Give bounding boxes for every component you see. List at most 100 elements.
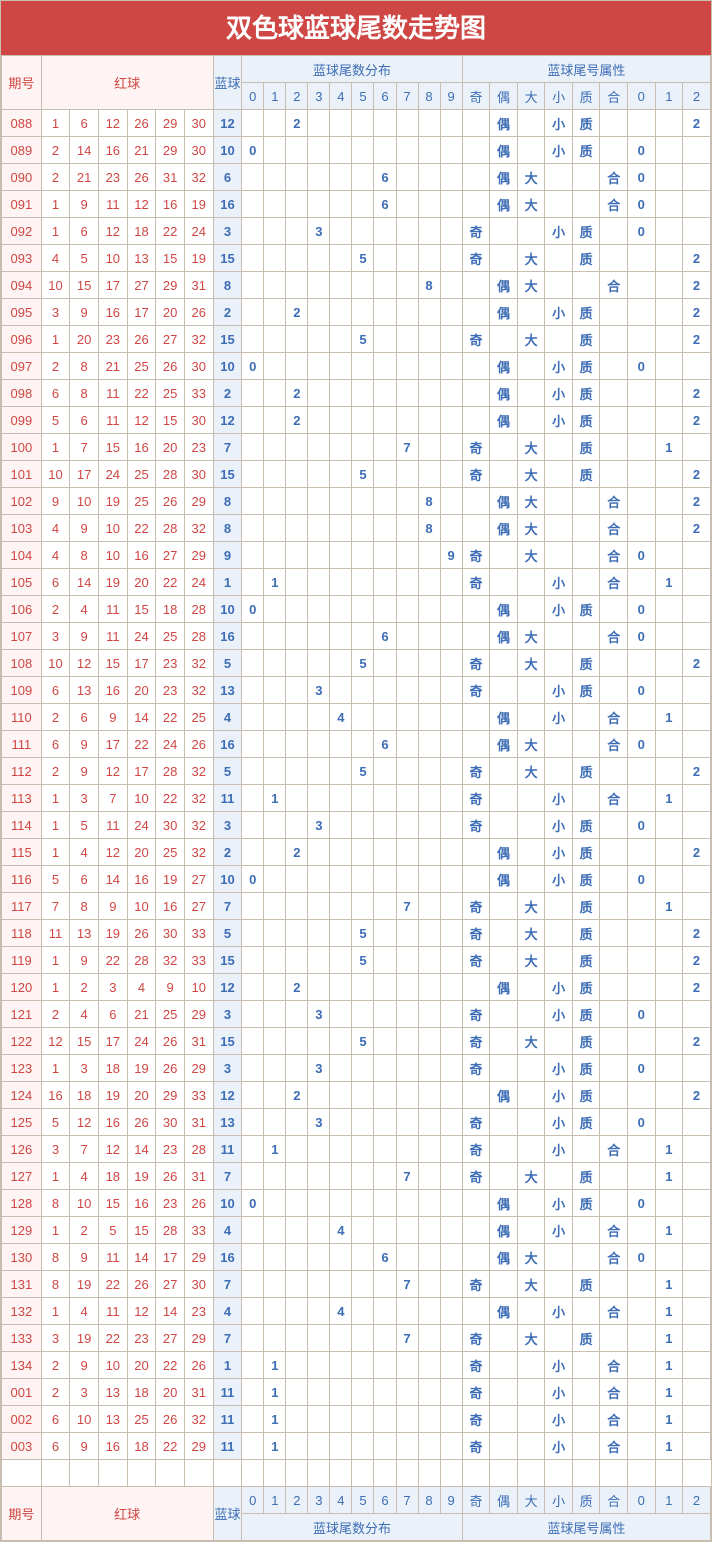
cell-red: 21 [70, 164, 99, 191]
cell-attr-empty [600, 1028, 628, 1055]
cell-red: 30 [184, 407, 213, 434]
cell-red: 10 [98, 1352, 127, 1379]
cell-red: 6 [98, 1001, 127, 1028]
cell-red: 12 [98, 839, 127, 866]
cell-dist-empty [330, 731, 352, 758]
cell-red: 19 [98, 920, 127, 947]
cell-attr-empty [655, 299, 683, 326]
cell-red: 10 [127, 785, 156, 812]
table-row: 112291217283255奇大质2 [2, 758, 711, 785]
cell-attr-empty [490, 326, 518, 353]
cell-dist-empty [374, 866, 396, 893]
cell-blue: 15 [213, 1028, 242, 1055]
cell-red: 25 [127, 1406, 156, 1433]
cell-attr: 0 [628, 1244, 656, 1271]
cell-red: 20 [127, 1352, 156, 1379]
table-row: 123131819262933奇小质0 [2, 1055, 711, 1082]
table-row: 0012313182031111奇小合1 [2, 1379, 711, 1406]
cell-red: 11 [98, 380, 127, 407]
cell-red: 31 [184, 1109, 213, 1136]
cell-attr: 小 [545, 677, 573, 704]
cell-red: 4 [70, 1298, 99, 1325]
cell-red: 33 [184, 1082, 213, 1109]
footer-dist-col: 5 [352, 1487, 374, 1514]
cell-dist-empty [440, 110, 462, 137]
cell-dist-empty [396, 515, 418, 542]
cell-dist-empty [286, 785, 308, 812]
cell-red: 10 [41, 650, 70, 677]
cell-red: 9 [41, 488, 70, 515]
cell-dist-empty [242, 1379, 264, 1406]
cell-attr-empty [655, 731, 683, 758]
cell-dist-empty [264, 1109, 286, 1136]
cell-attr-empty [572, 272, 600, 299]
cell-attr-empty [517, 1433, 545, 1460]
cell-attr: 大 [517, 893, 545, 920]
cell-attr-empty [655, 1055, 683, 1082]
cell-attr: 2 [683, 839, 711, 866]
cell-attr-empty [600, 812, 628, 839]
cell-red: 12 [127, 407, 156, 434]
cell-attr: 合 [600, 623, 628, 650]
header-attr-col: 偶 [490, 83, 518, 110]
cell-dist-empty [374, 1136, 396, 1163]
cell-attr: 奇 [462, 1406, 490, 1433]
cell-attr-empty [545, 434, 573, 461]
cell-red: 32 [184, 677, 213, 704]
cell-dist-empty [418, 1109, 440, 1136]
cell-attr-empty [490, 1028, 518, 1055]
cell-attr-empty [517, 110, 545, 137]
cell-attr-empty [517, 569, 545, 596]
cell-dist-empty [352, 1190, 374, 1217]
cell-dist: 7 [396, 1325, 418, 1352]
cell-dist-empty [440, 677, 462, 704]
cell-dist-empty [264, 623, 286, 650]
cell-dist-empty [396, 731, 418, 758]
cell-red: 2 [41, 758, 70, 785]
cell-attr-empty [490, 1109, 518, 1136]
page-title: 双色球蓝球尾数走势图 [1, 1, 711, 55]
cell-red: 5 [41, 407, 70, 434]
cell-attr: 大 [517, 1163, 545, 1190]
header-dist-col: 8 [418, 83, 440, 110]
cell-attr-empty [462, 704, 490, 731]
cell-dist-empty [352, 353, 374, 380]
cell-attr: 大 [517, 1244, 545, 1271]
cell-dist-empty [418, 110, 440, 137]
cell-attr-empty [600, 1163, 628, 1190]
cell-dist-empty [242, 272, 264, 299]
cell-period: 098 [2, 380, 42, 407]
cell-attr-empty [683, 1433, 711, 1460]
cell-red: 13 [70, 677, 99, 704]
cell-blue: 11 [213, 1406, 242, 1433]
cell-dist-empty [374, 1298, 396, 1325]
cell-attr-empty [572, 1379, 600, 1406]
cell-red: 4 [127, 974, 156, 1001]
cell-red: 31 [184, 272, 213, 299]
cell-dist-empty [440, 1190, 462, 1217]
table-row: 11811131926303355奇大质2 [2, 920, 711, 947]
cell-red: 6 [70, 866, 99, 893]
cell-attr-empty [490, 1325, 518, 1352]
cell-dist-empty [242, 326, 264, 353]
cell-dist-empty [286, 1271, 308, 1298]
cell-dist-empty [374, 1271, 396, 1298]
cell-dist-empty [374, 839, 396, 866]
cell-dist-empty [396, 920, 418, 947]
cell-attr-empty [683, 1190, 711, 1217]
cell-dist-empty [286, 1406, 308, 1433]
cell-dist-empty [286, 866, 308, 893]
cell-red: 29 [184, 1325, 213, 1352]
cell-dist-empty [264, 542, 286, 569]
cell-dist-empty [264, 812, 286, 839]
cell-attr-empty [600, 974, 628, 1001]
cell-dist-empty [374, 1055, 396, 1082]
cell-attr-empty [545, 272, 573, 299]
cell-red: 20 [127, 839, 156, 866]
cell-attr-empty [628, 569, 656, 596]
cell-red: 3 [41, 1136, 70, 1163]
cell-dist: 5 [352, 758, 374, 785]
cell-red: 1 [41, 974, 70, 1001]
cell-dist-empty [396, 866, 418, 893]
cell-blue: 10 [213, 596, 242, 623]
